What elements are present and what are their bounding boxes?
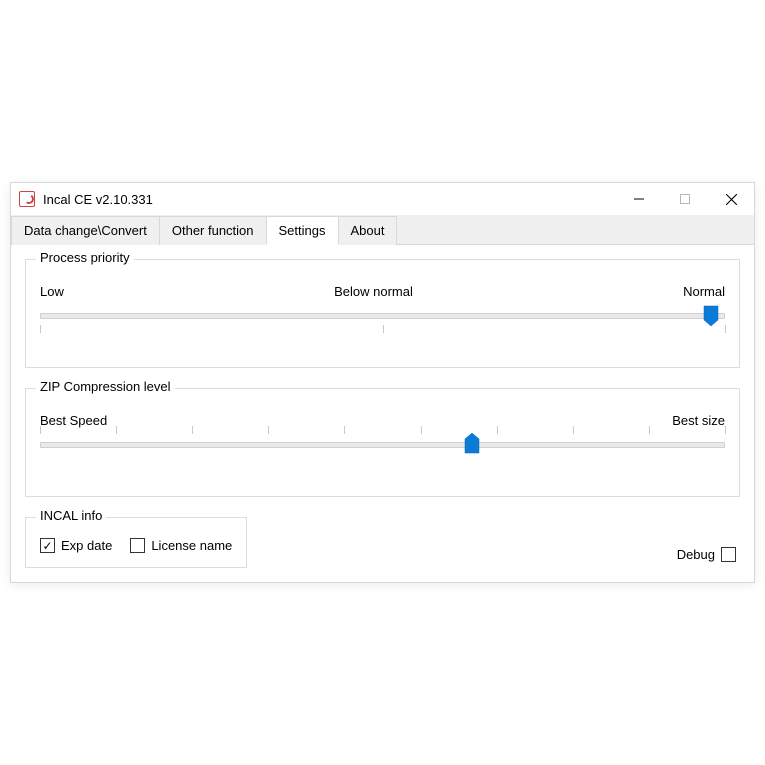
app-window: Incal CE v2.10.331 Data change\Convert O… (10, 182, 755, 583)
zip-compression-group: ZIP Compression level Best Speed Best si… (25, 388, 740, 497)
priority-thumb[interactable] (703, 305, 719, 327)
settings-panel: Process priority Low Below normal Normal… (11, 245, 754, 582)
zip-ticks (40, 426, 725, 438)
license-name-box (130, 538, 145, 553)
maximize-button[interactable] (662, 183, 708, 215)
zip-track (40, 442, 725, 448)
app-icon (19, 191, 35, 207)
incal-info-group: INCAL info Exp date License name (25, 517, 247, 568)
window-controls (616, 183, 754, 215)
bottom-row: INCAL info Exp date License name Debug (25, 517, 740, 568)
process-priority-legend: Process priority (36, 250, 134, 265)
zip-slider[interactable] (40, 436, 725, 478)
debug-label: Debug (677, 547, 715, 562)
titlebar-left: Incal CE v2.10.331 (19, 191, 153, 207)
license-name-checkbox[interactable]: License name (130, 538, 232, 553)
window-title: Incal CE v2.10.331 (43, 192, 153, 207)
zip-legend: ZIP Compression level (36, 379, 175, 394)
priority-track (40, 313, 725, 319)
minimize-button[interactable] (616, 183, 662, 215)
license-name-label: License name (151, 538, 232, 553)
exp-date-box (40, 538, 55, 553)
tab-other-function[interactable]: Other function (159, 216, 267, 245)
priority-slider[interactable] (40, 307, 725, 349)
incal-legend: INCAL info (36, 508, 106, 523)
exp-date-label: Exp date (61, 538, 112, 553)
priority-label-low: Low (40, 284, 64, 299)
tab-data-change[interactable]: Data change\Convert (11, 216, 160, 245)
debug-checkbox[interactable]: Debug (677, 547, 740, 568)
priority-labels: Low Below normal Normal (40, 284, 725, 299)
titlebar: Incal CE v2.10.331 (11, 183, 754, 215)
close-button[interactable] (708, 183, 754, 215)
priority-label-normal: Normal (683, 284, 725, 299)
incal-checks: Exp date License name (40, 538, 232, 553)
debug-box (721, 547, 736, 562)
tab-bar: Data change\Convert Other function Setti… (11, 215, 754, 245)
process-priority-group: Process priority Low Below normal Normal (25, 259, 740, 368)
tab-settings[interactable]: Settings (266, 216, 339, 245)
priority-label-below-normal: Below normal (334, 284, 413, 299)
tab-about[interactable]: About (338, 216, 398, 245)
exp-date-checkbox[interactable]: Exp date (40, 538, 112, 553)
priority-ticks (40, 325, 725, 337)
